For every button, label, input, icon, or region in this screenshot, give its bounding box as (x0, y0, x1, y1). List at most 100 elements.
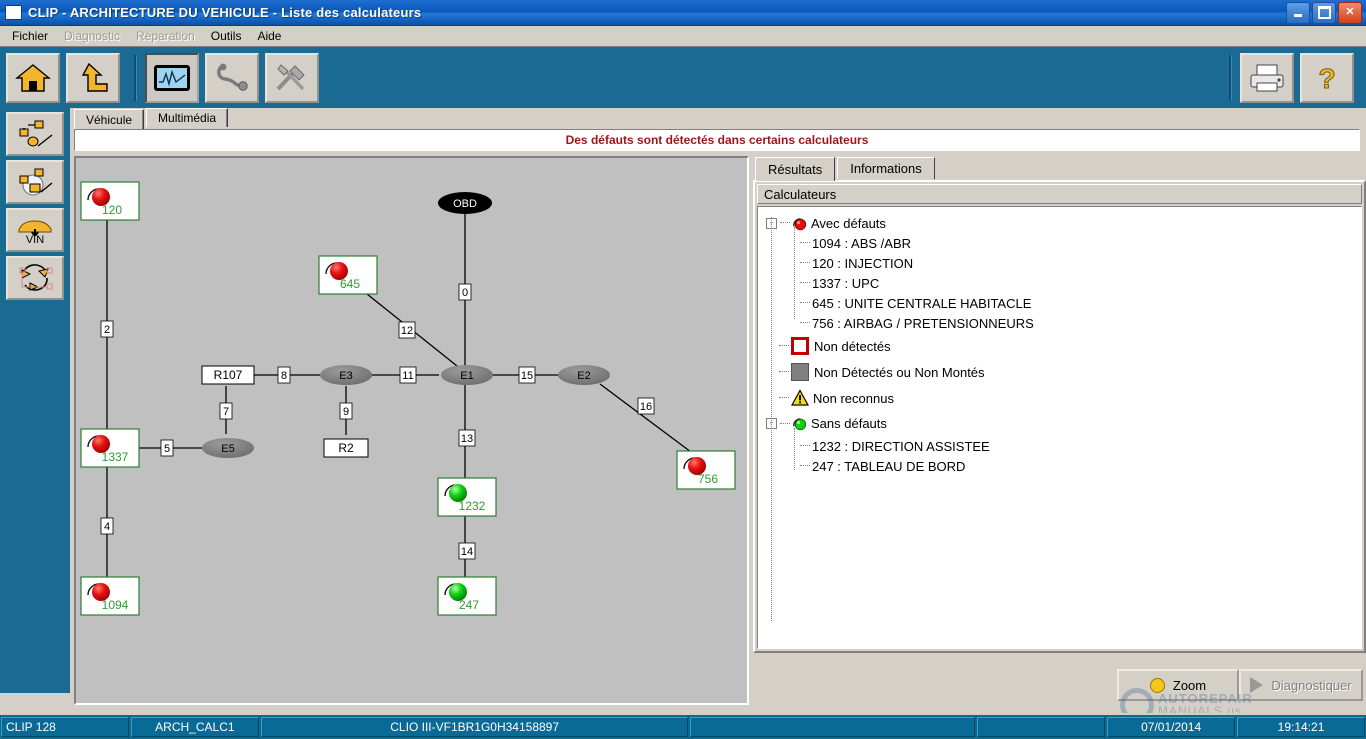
back-up-arrow-icon (75, 62, 111, 94)
diagram-links (107, 208, 691, 578)
status-cell-empty-2 (977, 717, 1105, 737)
tab-multimedia[interactable]: Multimédia (146, 108, 228, 127)
toolbar-separator-1 (134, 55, 137, 101)
results-tabs: Résultats Informations (753, 156, 1366, 180)
tree-connector (780, 423, 790, 425)
zoom-button[interactable]: Zoom (1117, 669, 1239, 701)
svg-text:1337: 1337 (102, 450, 129, 464)
home-icon (15, 62, 51, 94)
tools-button[interactable] (265, 53, 319, 103)
content-area: Véhicule Multimédia Des défauts sont dét… (70, 108, 1366, 693)
status-cell-vehicle: CLIO III-VF1BR1G0H34158897 (261, 717, 689, 737)
svg-text:4: 4 (104, 521, 110, 533)
help-button[interactable]: ? (1300, 53, 1354, 103)
stethoscope-button[interactable] (205, 53, 259, 103)
tab-informations[interactable]: Informations (837, 157, 935, 179)
svg-text:7: 7 (223, 406, 229, 418)
tree-connector (800, 242, 810, 244)
status-cell-screen: ARCH_CALC1 (131, 717, 259, 737)
tree-item-1337[interactable]: 1337 : UPC (766, 273, 1361, 293)
tree-group-non-detectes[interactable]: Non détectés (766, 333, 1361, 359)
app-window-icon (5, 5, 22, 20)
close-button[interactable]: ✕ (1338, 2, 1362, 24)
tree-label: Non reconnus (813, 391, 894, 406)
diagram-node-1232: 1232 (438, 478, 496, 516)
results-pane: Résultats Informations Calculateurs - (753, 156, 1366, 705)
menu-diagnostic: Diagnostic (56, 28, 128, 44)
tree-connector (800, 465, 810, 467)
architecture-magnify-icon (14, 167, 56, 197)
tree-label: 756 : AIRBAG / PRETENSIONNEURS (812, 316, 1034, 331)
stethoscope-icon (213, 62, 251, 94)
yellow-circle-icon (1150, 678, 1165, 693)
main-toolbar: ? (0, 47, 1366, 109)
tree-group-sans-defauts[interactable]: - Sans défauts (766, 411, 1361, 436)
tree-label: Non Détectés ou Non Montés (814, 365, 985, 380)
tree-item-1232[interactable]: 1232 : DIRECTION ASSISTEE (766, 436, 1361, 456)
status-cell-time: 19:14:21 (1237, 717, 1365, 737)
title-bar: CLIP - ARCHITECTURE DU VEHICULE - Liste … (0, 0, 1366, 26)
svg-text:E3: E3 (339, 370, 352, 382)
svg-text:120: 120 (102, 203, 122, 217)
svg-text:5: 5 (164, 443, 170, 455)
svg-text:1232: 1232 (459, 499, 486, 513)
tools-icon (273, 62, 311, 94)
svg-text:E1: E1 (460, 370, 473, 382)
architecture-diagram[interactable]: 0 2 4 5 7 (74, 156, 749, 705)
maximize-button[interactable] (1312, 2, 1336, 24)
svg-text:R2: R2 (338, 441, 354, 455)
tree-label: 645 : UNITE CENTRALE HABITACLE (812, 296, 1031, 311)
sidebar-item-architecture-magnify[interactable] (6, 160, 64, 204)
svg-text:11: 11 (402, 370, 413, 382)
diagram-node-247: 247 (438, 577, 496, 615)
tree-item-1094[interactable]: 1094 : ABS /ABR (766, 233, 1361, 253)
help-question-icon: ? (1310, 62, 1344, 94)
svg-text:9: 9 (343, 406, 349, 418)
print-button[interactable] (1240, 53, 1294, 103)
tree-item-756[interactable]: 756 : AIRBAG / PRETENSIONNEURS (766, 313, 1361, 333)
svg-text:12: 12 (401, 325, 413, 337)
tree-connector (800, 322, 810, 324)
tree-trunk-line (771, 217, 772, 621)
menu-outils[interactable]: Outils (203, 28, 250, 44)
home-button[interactable] (6, 53, 60, 103)
tree-connector (780, 222, 790, 224)
tree-group-non-reconnus[interactable]: Non reconnus (766, 385, 1361, 411)
oscilloscope-button[interactable] (145, 53, 199, 103)
tree-scroll-area[interactable]: - Avec défauts 1094 : ABS /ABR (757, 206, 1362, 649)
panes-container: 0 2 4 5 7 (74, 156, 1360, 685)
tree-branch-line-faults (794, 227, 795, 319)
tree-connector (800, 445, 810, 447)
menu-fichier[interactable]: Fichier (4, 28, 56, 44)
tree-item-247[interactable]: 247 : TABLEAU DE BORD (766, 456, 1361, 476)
sidebar-item-vin[interactable]: VIN (6, 208, 64, 252)
tree-connector (779, 345, 789, 347)
menu-aide[interactable]: Aide (249, 28, 289, 44)
tab-vehicule[interactable]: Véhicule (74, 109, 144, 129)
yellow-warning-icon (791, 389, 809, 407)
svg-text:R107: R107 (214, 368, 243, 382)
tree-group-non-detectes-non-montes[interactable]: Non Détectés ou Non Montés (766, 359, 1361, 385)
diagram-canvas: 0 2 4 5 7 (76, 158, 747, 703)
svg-text:247: 247 (459, 598, 479, 612)
tree-group-avec-defauts[interactable]: - Avec défauts (766, 213, 1361, 233)
tab-resultats[interactable]: Résultats (755, 157, 835, 181)
minimize-button[interactable] (1286, 2, 1310, 24)
diagram-node-1094: 1094 (81, 577, 139, 615)
tree-connector (800, 262, 810, 264)
svg-text:14: 14 (461, 546, 473, 558)
tree-label: 1232 : DIRECTION ASSISTEE (812, 439, 990, 454)
diagram-link-labels: 0 2 4 5 7 (101, 284, 654, 559)
svg-text:2: 2 (104, 324, 110, 336)
toolbar-separator-2 (1229, 55, 1232, 101)
status-cell-empty-1 (690, 717, 975, 737)
tree-column-header[interactable]: Calculateurs (757, 184, 1362, 204)
tree-item-120[interactable]: 120 : INJECTION (766, 253, 1361, 273)
back-up-button[interactable] (66, 53, 120, 103)
tree-item-645[interactable]: 645 : UNITE CENTRALE HABITACLE (766, 293, 1361, 313)
sidebar-item-refresh-cycle[interactable] (6, 256, 64, 300)
diagram-node-645: 645 (319, 256, 377, 294)
sidebar-item-architecture-search[interactable] (6, 112, 64, 156)
svg-text:15: 15 (521, 370, 533, 382)
gray-square-icon (791, 363, 809, 381)
